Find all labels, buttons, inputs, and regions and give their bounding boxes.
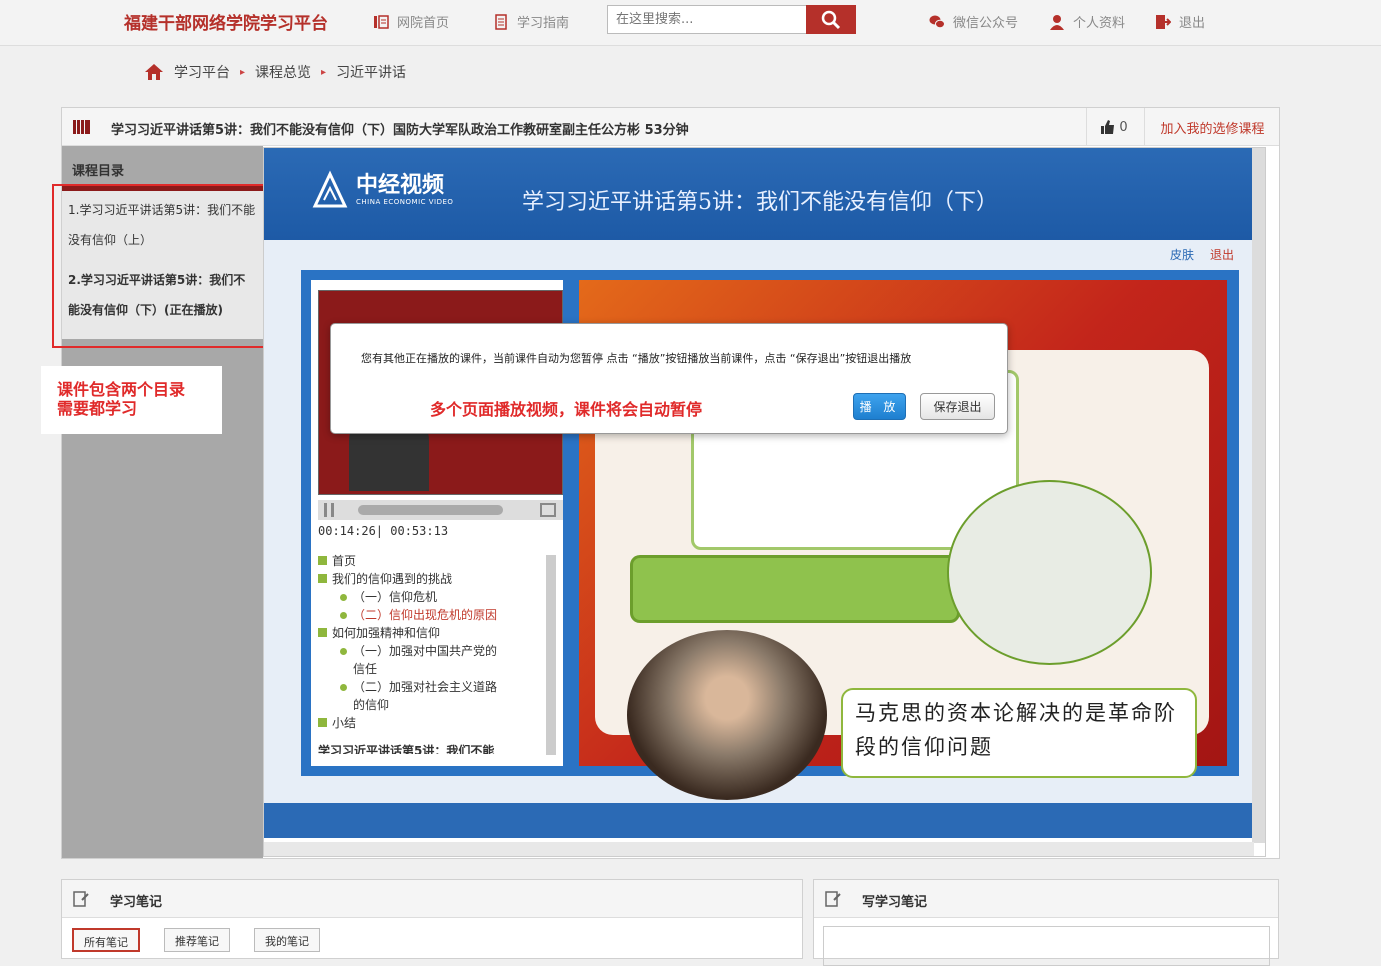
nav-wechat[interactable]: 微信公众号 (929, 12, 1018, 31)
catalog-title: 课程目录 (72, 164, 125, 179)
toc-scrollbar[interactable] (546, 555, 556, 755)
nav-guide[interactable]: 学习指南 (493, 12, 569, 31)
dialog-message: 您有其他正在播放的课件，当前课件自动为您暂停 点击 “播放”按钮播放当前课件，点… (361, 352, 912, 365)
write-notes-title: 写学习笔记 (814, 880, 1278, 918)
courseware-player: 中经视频 CHINA ECONOMIC VIDEO 学习习近平讲话第5讲：我们不… (263, 147, 1266, 857)
search-icon (821, 10, 841, 29)
player-vscrollbar[interactable] (1252, 148, 1265, 843)
video-time: 00:14:26| 00:53:13 (318, 524, 449, 538)
slide-quote: 马克思的资本论解决的是革命阶段的信仰问题 (841, 688, 1197, 778)
like-button[interactable]: 0 (1086, 108, 1142, 146)
nav-logout[interactable]: 退出 (1155, 12, 1205, 31)
dialog-annotation: 多个页面播放视频，课件将会自动暂停 (430, 400, 703, 419)
slide-green-box (630, 555, 960, 623)
home-icon[interactable] (144, 63, 164, 81)
book-illustration (947, 480, 1152, 665)
annotation-line-2: 需要都学习 (57, 399, 138, 418)
course-title: 学习习近平讲话第5讲：我们不能没有信仰（下）国防大学军队政治工作教研室副主任公方… (111, 123, 689, 138)
annotation-note: 课件包含两个目录 需要都学习 (41, 366, 222, 434)
marx-portrait (627, 630, 827, 800)
nav-wechat-label: 微信公众号 (953, 16, 1019, 31)
notes-title: 学习笔记 (62, 880, 802, 918)
breadcrumb-overview[interactable]: 课程总览 (255, 62, 311, 82)
dot-bullet-icon (340, 612, 347, 619)
user-icon (1050, 14, 1064, 30)
player-footer (264, 803, 1264, 838)
play-button[interactable]: 播 放 (853, 393, 906, 420)
skin-button[interactable]: 皮肤 (1170, 246, 1194, 263)
player-hscrollbar[interactable] (264, 842, 1254, 856)
top-bar: 福建干部网络学院学习平台 网院首页 学习指南 微信公众号 个人资料 退出 (0, 0, 1381, 46)
player-toolbar: 皮肤 退出 (1170, 246, 1234, 263)
chevron-right-icon: ▸ (321, 66, 327, 78)
toc-item[interactable]: 我们的信仰遇到的挑战 (318, 570, 543, 588)
logo-cn: 中经视频 (356, 173, 445, 198)
video-controls[interactable] (318, 500, 563, 520)
breadcrumb: 学习平台 ▸ 课程总览 ▸ 习近平讲话 (144, 62, 406, 82)
toc-item-current[interactable]: （二）信仰出现危机的原因 (318, 606, 543, 624)
square-bullet-icon (318, 718, 327, 727)
breadcrumb-platform[interactable]: 学习平台 (174, 62, 230, 82)
book-icon (374, 14, 389, 29)
cev-logo-icon (312, 170, 348, 208)
annotation-line-1: 课件包含两个目录 (57, 380, 186, 399)
search-button[interactable] (806, 5, 856, 34)
chevron-right-icon: ▸ (240, 66, 246, 78)
brand-title[interactable]: 福建干部网络学院学习平台 (124, 9, 328, 34)
note-textarea[interactable] (823, 926, 1270, 966)
pause-dialog: 您有其他正在播放的课件，当前课件自动为您暂停 点击 “播放”按钮播放当前课件，点… (330, 323, 1008, 434)
dot-bullet-icon (340, 594, 347, 601)
toc-item[interactable]: （一）信仰危机 (318, 588, 543, 606)
nav-profile-label: 个人资料 (1073, 16, 1126, 31)
cev-logo: 中经视频 CHINA ECONOMIC VIDEO (310, 170, 453, 210)
toc-item[interactable]: 小结 (318, 714, 543, 732)
write-notes-panel: 写学习笔记 (813, 879, 1279, 966)
nav-home[interactable]: 网院首页 (373, 12, 449, 31)
pause-icon[interactable] (324, 503, 334, 517)
search-input[interactable] (607, 5, 807, 34)
fullscreen-icon[interactable] (540, 503, 556, 517)
seek-bar[interactable] (358, 505, 503, 515)
tab-all-notes[interactable]: 所有笔记 (72, 928, 140, 952)
nav-profile[interactable]: 个人资料 (1049, 12, 1125, 31)
wechat-icon (929, 15, 945, 28)
player-toc: 首页 我们的信仰遇到的挑战 （一）信仰危机 （二）信仰出现危机的原因 如何加强精… (318, 552, 543, 754)
toc-item[interactable]: （二）加强对社会主义道路 (318, 678, 543, 696)
nav-home-label: 网院首页 (397, 16, 450, 31)
toc-item[interactable]: 如何加强精神和信仰 (318, 624, 543, 642)
toc-item-wrap: 的信仰 (353, 698, 390, 712)
toc-item-next[interactable]: 学习习近平讲话第5讲：我们不能 (318, 742, 543, 754)
dot-bullet-icon (340, 684, 347, 691)
thumbs-up-icon (1101, 120, 1115, 134)
nav-logout-label: 退出 (1179, 16, 1206, 31)
player-exit-button[interactable]: 退出 (1210, 246, 1234, 263)
notes-panel: 学习笔记 所有笔记 推荐笔记 我的笔记 (61, 879, 803, 959)
toc-item[interactable]: 首页 (318, 552, 543, 570)
guide-icon (495, 13, 507, 30)
note-icon (73, 891, 89, 907)
square-bullet-icon (318, 574, 327, 583)
player-title: 学习习近平讲话第5讲：我们不能没有信仰（下） (522, 190, 998, 215)
nav-guide-label: 学习指南 (517, 16, 570, 31)
square-bullet-icon (318, 628, 327, 637)
breadcrumb-current[interactable]: 习近平讲话 (336, 62, 406, 82)
tab-recommended-notes[interactable]: 推荐笔记 (164, 928, 230, 952)
save-exit-button[interactable]: 保存退出 (920, 393, 995, 420)
dot-bullet-icon (340, 648, 347, 655)
square-bullet-icon (318, 556, 327, 565)
edit-note-icon (825, 891, 841, 907)
toc-item[interactable]: （一）加强对中国共产党的 (318, 642, 543, 660)
toc-item-wrap: 信任 (353, 662, 378, 676)
bookshelf-icon (73, 120, 90, 134)
course-header: 学习习近平讲话第5讲：我们不能没有信仰（下）国防大学军队政治工作教研室副主任公方… (62, 108, 1279, 146)
logout-icon (1156, 14, 1171, 29)
tab-my-notes[interactable]: 我的笔记 (254, 928, 320, 952)
like-count: 0 (1119, 119, 1128, 135)
highlight-box (52, 184, 268, 348)
logo-en: CHINA ECONOMIC VIDEO (356, 198, 454, 206)
player-banner: 中经视频 CHINA ECONOMIC VIDEO 学习习近平讲话第5讲：我们不… (264, 148, 1264, 240)
add-elective-button[interactable]: 加入我的选修课程 (1144, 108, 1280, 146)
